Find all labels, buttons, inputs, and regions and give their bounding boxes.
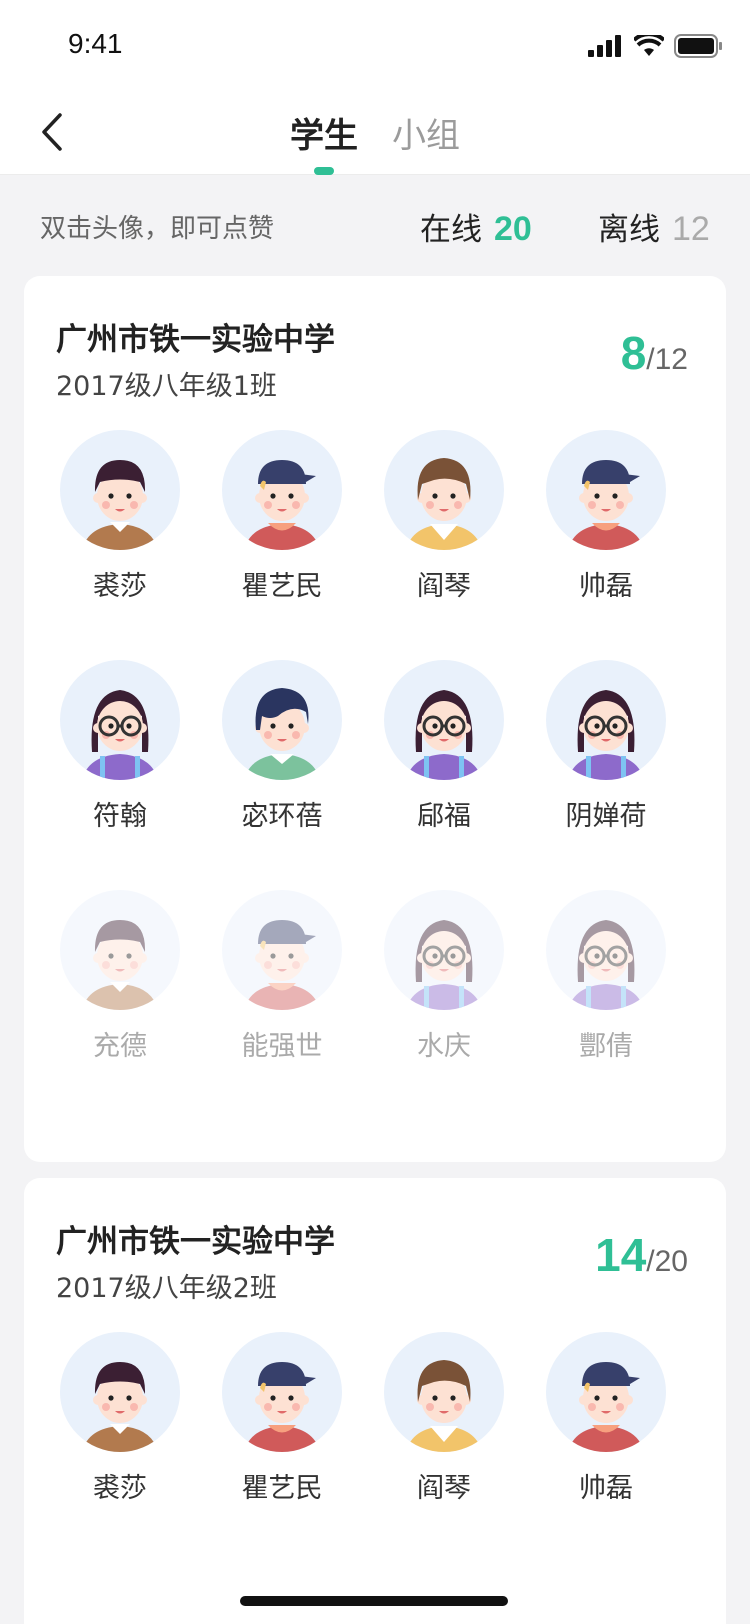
class-online-count: 8 [620,327,647,379]
avatar[interactable] [546,890,666,1010]
student-item[interactable]: 帅磊 [522,430,690,630]
student-item[interactable]: 阎琴 [360,430,528,630]
wifi-icon [634,35,664,56]
avatar[interactable] [384,430,504,550]
student-name: 帅磊 [579,571,633,602]
class-card: 广州市铁一实验中学 2017级八年级2班 14 /20 裘莎 瞿艺民 阎琴 帅磊 [24,1178,726,1624]
student-item[interactable]: 阎琴 [360,1332,528,1532]
class-name: 2017级八年级2班 [56,1273,277,1304]
student-name: 水庆 [417,1031,471,1062]
student-item[interactable]: 瞿艺民 [198,430,366,630]
battery-icon [674,34,722,58]
active-tab-indicator [314,167,334,175]
avatar[interactable] [546,1332,666,1452]
online-count: 20 [494,209,532,248]
avatar[interactable] [222,890,342,1010]
avatar[interactable] [384,890,504,1010]
home-indicator [240,1596,508,1606]
student-item[interactable]: 符翰 [36,660,204,860]
online-ratio: 8 /12 [621,326,688,380]
signal-icon [588,35,621,57]
student-name: 帅磊 [579,1473,633,1504]
class-card: 广州市铁一实验中学 2017级八年级1班 8 /12 裘莎 瞿艺民 阎琴 帅磊 … [24,276,726,1162]
class-total-count: /12 [646,343,688,376]
student-name: 能强世 [241,1031,323,1062]
tab-students[interactable]: 学生 [290,108,358,175]
tab-groups-label: 小组 [392,116,460,156]
online-label: 在线 [420,211,482,248]
class-total-count: /20 [646,1245,688,1278]
avatar[interactable] [60,660,180,780]
student-item[interactable]: 宓环蓓 [198,660,366,860]
avatar[interactable] [60,430,180,550]
student-name: 符翰 [93,801,147,832]
student-item[interactable]: 郈福 [360,660,528,860]
avatar[interactable] [384,660,504,780]
student-name: 裘莎 [93,571,147,602]
like-hint: 双击头像，即可点赞 [40,213,275,244]
tab-groups[interactable]: 小组 [392,108,460,157]
online-stat: 在线 20 [420,204,532,249]
student-name: 酆倩 [579,1031,633,1062]
summary-row: 双击头像，即可点赞 在线 20 离线 12 [0,198,750,254]
student-name: 阴婵荷 [565,801,647,832]
student-name: 阎琴 [417,1473,471,1504]
student-item[interactable]: 阴婵荷 [522,660,690,860]
student-item[interactable]: 帅磊 [522,1332,690,1532]
offline-count: 12 [672,209,710,248]
online-ratio: 14 /20 [595,1228,688,1282]
student-item[interactable]: 瞿艺民 [198,1332,366,1532]
avatar[interactable] [222,1332,342,1452]
student-item[interactable]: 裘莎 [36,1332,204,1532]
student-name: 郈福 [417,801,471,832]
class-online-count: 14 [595,1229,647,1281]
student-name: 瞿艺民 [241,1473,323,1504]
offline-label: 离线 [598,211,660,248]
student-name: 宓环蓓 [241,801,323,832]
student-item[interactable]: 裘莎 [36,430,204,630]
student-item[interactable]: 酆倩 [522,890,690,1090]
status-time: 9:41 [68,28,123,59]
student-name: 瞿艺民 [241,571,323,602]
student-item[interactable]: 能强世 [198,890,366,1090]
class-name: 2017级八年级1班 [56,371,277,402]
student-item[interactable]: 充德 [36,890,204,1090]
avatar[interactable] [384,1332,504,1452]
offline-stat: 离线 12 [598,204,710,249]
school-name: 广州市铁一实验中学 [56,322,335,358]
student-name: 充德 [93,1031,147,1062]
student-name: 裘莎 [93,1473,147,1504]
avatar[interactable] [546,430,666,550]
status-icons [588,34,722,58]
avatar[interactable] [222,660,342,780]
tab-students-label: 学生 [290,116,358,156]
student-name: 阎琴 [417,571,471,602]
avatar[interactable] [60,1332,180,1452]
tab-bar: 学生 小组 [0,108,750,175]
navigation-bar: 9:41 学生 小组 [0,0,750,175]
avatar[interactable] [60,890,180,1010]
avatar[interactable] [222,430,342,550]
student-item[interactable]: 水庆 [360,890,528,1090]
avatar[interactable] [546,660,666,780]
school-name: 广州市铁一实验中学 [56,1224,335,1260]
